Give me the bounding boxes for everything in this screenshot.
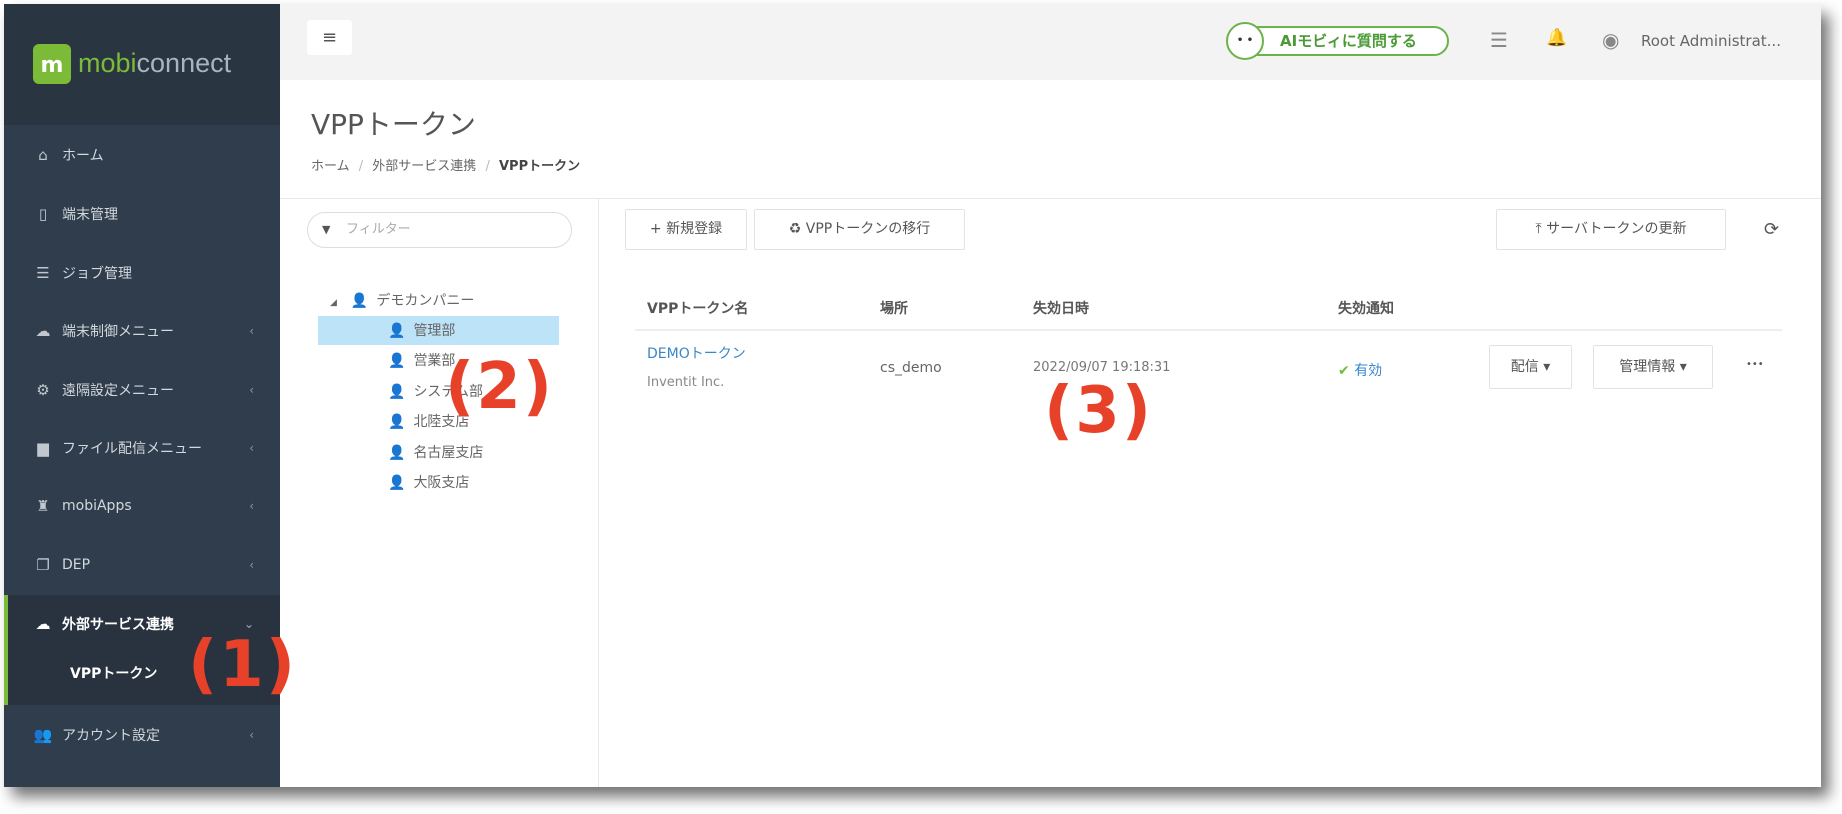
page-title: VPPトークン — [311, 108, 476, 141]
logo-text: mobiconnect — [78, 48, 232, 78]
more-icon[interactable]: ••• — [1746, 359, 1764, 370]
top-bar: ≡ • • AIモビィに質問する ☰ 🔔 ◉ Root Administrat..… — [280, 4, 1821, 80]
sidebar-item-devices[interactable]: ▯ 端末管理 — [4, 194, 280, 234]
person-icon: 👤 — [388, 475, 406, 491]
person-icon: 👤 — [388, 414, 406, 430]
logo-mark: m — [33, 44, 71, 84]
person-icon: 👤 — [388, 353, 406, 369]
cloud-icon: ☁ — [35, 322, 51, 340]
collapse-icon[interactable]: ◢ — [330, 298, 337, 308]
column-header-expires: 失効日時 — [1033, 301, 1089, 317]
file-icon: ▆ — [37, 439, 49, 457]
token-name-link[interactable]: DEMOトークン — [647, 343, 746, 363]
user-icon[interactable]: ◉ — [1602, 28, 1619, 52]
manage-info-dropdown-button[interactable]: 管理情報 ▾ — [1593, 345, 1713, 389]
update-server-token-button[interactable]: ⤒ サーバトークンの更新 — [1496, 209, 1726, 250]
annotation-2: (2) — [445, 350, 555, 424]
user-menu[interactable]: Root Administrat... — [1641, 32, 1781, 50]
person-icon: 👤 — [388, 384, 406, 400]
header-divider — [635, 329, 1782, 331]
copy-icon: ❐ — [36, 556, 50, 574]
chevron-left-icon: ‹ — [249, 499, 254, 513]
column-header-name: VPPトークン名 — [647, 301, 749, 317]
menu-toggle-button[interactable]: ≡ — [307, 20, 352, 55]
chevron-left-icon: ‹ — [249, 441, 254, 455]
divider — [598, 199, 599, 787]
tree-item[interactable]: 👤 管理部 — [388, 316, 455, 346]
chevron-left-icon: ‹ — [249, 324, 254, 338]
filter-icon: ▼ — [322, 223, 331, 236]
users-icon: 👥 — [33, 726, 53, 744]
divider — [280, 198, 1821, 199]
column-header-location: 場所 — [880, 301, 908, 317]
new-register-button[interactable]: + 新規登録 — [625, 209, 747, 250]
migrate-token-button[interactable]: ♻ VPPトークンの移行 — [754, 209, 965, 250]
server-icon: ☰ — [36, 264, 50, 282]
chevron-left-icon: ‹ — [249, 728, 254, 742]
chevron-left-icon: ‹ — [249, 383, 254, 397]
check-icon: ✔ — [1338, 363, 1350, 379]
apps-icon: ♜ — [36, 497, 50, 515]
tree-item[interactable]: 👤 大阪支店 — [388, 468, 469, 498]
sidebar-item-file-delivery[interactable]: ▆ ファイル配信メニュー ‹ — [4, 428, 280, 468]
mobile-icon: ▯ — [38, 205, 48, 223]
annotation-1: (1) — [188, 628, 298, 702]
sidebar-item-home[interactable]: ⌂ ホーム — [4, 135, 280, 175]
breadcrumb-external[interactable]: 外部サービス連携 — [372, 159, 476, 174]
breadcrumb-current: VPPトークン — [498, 159, 581, 174]
breadcrumb-home[interactable]: ホーム — [311, 159, 350, 174]
logo: m mobiconnect — [4, 4, 280, 125]
server-icon[interactable]: ☰ — [1490, 28, 1508, 52]
mascot-icon: • • — [1226, 22, 1264, 60]
person-icon: 👤 — [350, 293, 369, 309]
breadcrumb: ホーム / 外部サービス連携 / VPPトークン — [311, 159, 581, 174]
person-icon: 👤 — [388, 445, 406, 461]
token-org: Inventit Inc. — [647, 375, 725, 390]
ai-assistant-button[interactable]: • • AIモビィに質問する — [1226, 22, 1449, 60]
gears-icon: ⚙ — [36, 381, 50, 399]
sidebar-item-account[interactable]: 👥 アカウント設定 ‹ — [4, 715, 280, 755]
column-header-notice: 失効通知 — [1338, 301, 1394, 317]
token-notice-status: ✔ 有効 — [1338, 363, 1383, 379]
home-icon: ⌂ — [38, 146, 48, 164]
sidebar-item-remote-settings[interactable]: ⚙ 遠隔設定メニュー ‹ — [4, 370, 280, 410]
annotation-3: (3) — [1044, 374, 1154, 448]
token-location: cs_demo — [880, 360, 942, 376]
tree-root[interactable]: ◢ 👤 デモカンパニー — [330, 286, 474, 316]
bell-icon[interactable]: 🔔 — [1546, 28, 1567, 48]
filter-input[interactable]: ▼ フィルター — [307, 212, 572, 248]
sidebar-item-mobiapps[interactable]: ♜ mobiApps ‹ — [4, 486, 280, 526]
chevron-left-icon: ‹ — [249, 558, 254, 572]
cloud-icon: ☁ — [35, 615, 51, 633]
tree-item[interactable]: 👤 名古屋支店 — [388, 438, 483, 468]
refresh-icon[interactable]: ⟳ — [1764, 219, 1779, 240]
sidebar-item-jobs[interactable]: ☰ ジョブ管理 — [4, 253, 280, 293]
sidebar-item-dep[interactable]: ❐ DEP ‹ — [4, 545, 280, 585]
sidebar-item-device-control[interactable]: ☁ 端末制御メニュー ‹ — [4, 311, 280, 351]
person-icon: 👤 — [388, 323, 406, 339]
deliver-dropdown-button[interactable]: 配信 ▾ — [1489, 345, 1572, 389]
token-expires: 2022/09/07 19:18:31 — [1033, 360, 1171, 375]
